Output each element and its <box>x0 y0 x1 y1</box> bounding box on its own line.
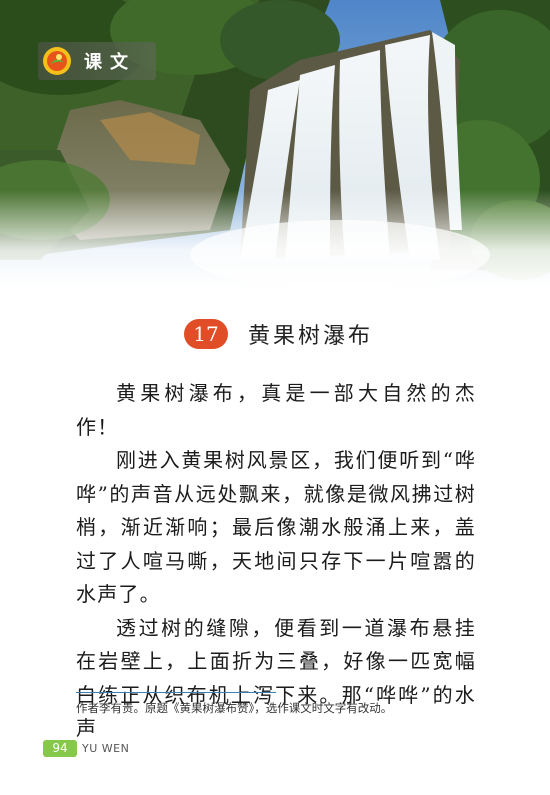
subject-label: YU WEN <box>82 742 130 755</box>
textbook-logo-icon <box>43 47 71 75</box>
lesson-number-badge: 17 <box>184 319 228 349</box>
lesson-heading: 17 黄果树瀑布 <box>184 316 373 352</box>
footnote: 作者李有贵。原题《黄果树瀑布赞》，选作课文时文字有改动。 <box>76 701 393 715</box>
page-number: 94 <box>43 740 77 757</box>
photo-fade <box>0 190 550 290</box>
paragraph-2: 刚进入黄果树风景区，我们便听到“哗哗”的声音从远处飘来，就像是微风拂过树梢，渐近… <box>76 448 476 606</box>
paragraph-3: 透过树的缝隙，便看到一道瀑布悬挂在岩壁上，上面折为三叠，好像一匹宽幅白练正从织布… <box>76 615 476 741</box>
section-badge: 课文 <box>38 42 156 80</box>
section-label: 课文 <box>84 52 136 73</box>
paragraph-1: 黄果树瀑布，真是一部大自然的杰作！ <box>76 381 476 439</box>
lesson-body: 黄果树瀑布，真是一部大自然的杰作！ 刚进入黄果树风景区，我们便听到“哗哗”的声音… <box>76 377 476 746</box>
footnote-divider <box>76 692 276 693</box>
lesson-title: 黄果树瀑布 <box>248 324 374 349</box>
